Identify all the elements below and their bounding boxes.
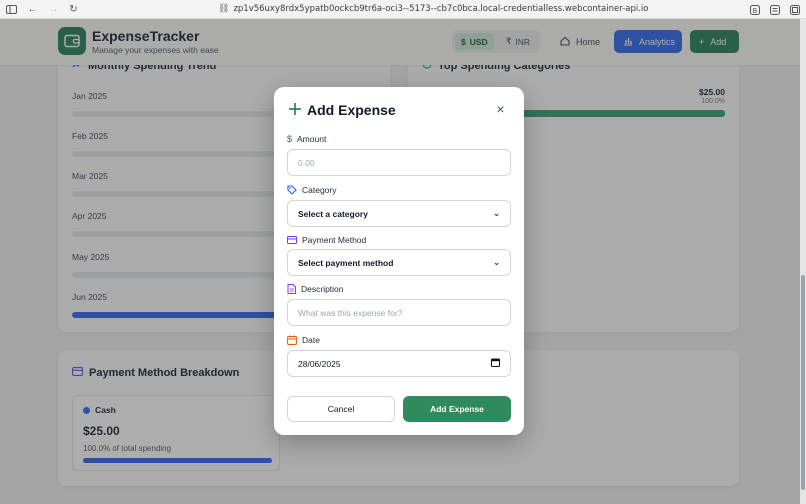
document-icon bbox=[287, 284, 296, 294]
amount-label: $ Amount bbox=[287, 134, 327, 144]
extension-icon[interactable]: B bbox=[749, 4, 760, 15]
add-expense-modal: Add Expense × $ Amount 0.00 Category Sel… bbox=[274, 87, 524, 435]
chevron-down-icon: ⌄ bbox=[493, 258, 500, 267]
reader-icon[interactable] bbox=[769, 4, 780, 15]
payment-method-label: Payment Method bbox=[287, 235, 366, 245]
url-text: zp1v56uxy8rdx5ypatb0ockcb9tr6a-oci3--517… bbox=[233, 4, 649, 14]
plus-icon bbox=[288, 102, 302, 116]
payment-method-select[interactable]: Select payment method ⌄ bbox=[287, 249, 511, 276]
tag-icon bbox=[287, 185, 297, 195]
back-arrow-icon[interactable]: ← bbox=[27, 4, 38, 15]
reload-icon[interactable]: ↻ bbox=[68, 4, 79, 15]
forward-arrow-icon[interactable]: → bbox=[48, 4, 59, 15]
calendar-picker-icon[interactable] bbox=[491, 358, 500, 369]
calendar-icon bbox=[287, 335, 297, 345]
dollar-icon: $ bbox=[287, 134, 293, 144]
add-expense-submit-button[interactable]: Add Expense bbox=[403, 396, 511, 422]
description-input[interactable]: What was this expense for? bbox=[287, 299, 511, 326]
chevron-down-icon: ⌄ bbox=[493, 209, 500, 218]
address-bar[interactable]: ⛓ zp1v56uxy8rdx5ypatb0ockcb9tr6a-oci3--5… bbox=[218, 4, 649, 14]
scrollbar-thumb[interactable] bbox=[801, 275, 805, 490]
sidebar-toggle-icon[interactable] bbox=[6, 4, 17, 15]
date-label: Date bbox=[287, 335, 320, 345]
description-label: Description bbox=[287, 284, 344, 294]
svg-text:B: B bbox=[752, 7, 757, 15]
credit-card-icon bbox=[287, 236, 297, 244]
amount-input[interactable]: 0.00 bbox=[287, 149, 511, 176]
date-input[interactable]: 28/06/2025 bbox=[287, 350, 511, 377]
category-select[interactable]: Select a category ⌄ bbox=[287, 200, 511, 227]
modal-title: Add Expense bbox=[307, 102, 396, 118]
browser-toolbar: ← → ↻ ⛓ zp1v56uxy8rdx5ypatb0ockcb9tr6a-o… bbox=[0, 0, 806, 19]
link-icon: ⛓ bbox=[218, 4, 230, 14]
cancel-button[interactable]: Cancel bbox=[287, 396, 395, 422]
close-icon[interactable]: × bbox=[495, 102, 506, 116]
tabs-overview-icon[interactable] bbox=[789, 4, 800, 15]
category-label: Category bbox=[287, 185, 337, 195]
